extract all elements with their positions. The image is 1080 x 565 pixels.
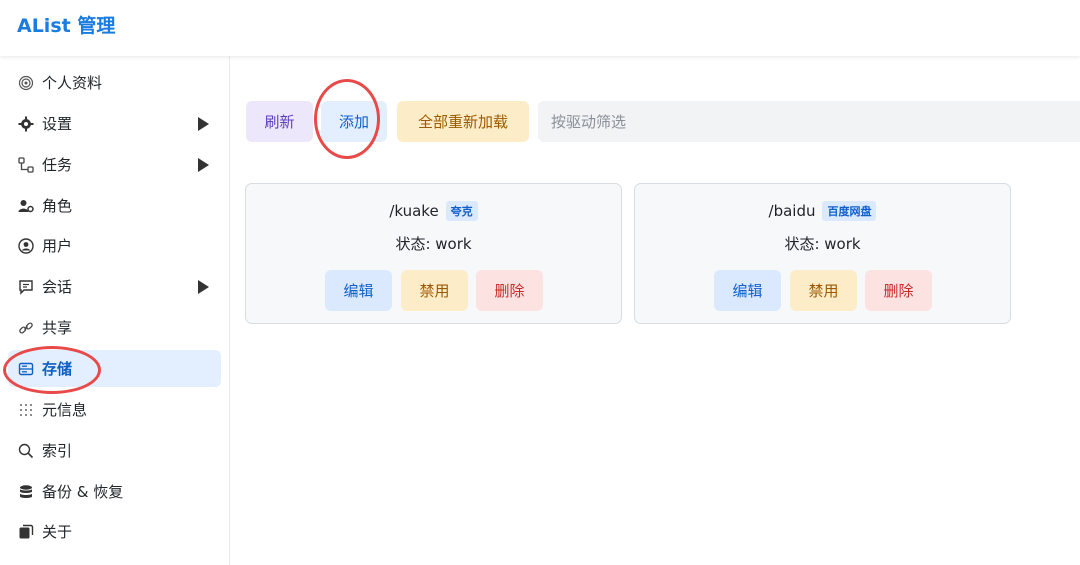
storage-mount-path: /kuake xyxy=(389,202,439,220)
copy-icon xyxy=(18,524,34,540)
app-header: AList 管理 xyxy=(0,0,1080,56)
sidebar-item-label: 任务 xyxy=(42,156,73,174)
disable-button[interactable]: 禁用 xyxy=(401,270,468,311)
sidebar-item-users[interactable]: 用户 xyxy=(8,227,221,264)
sidebar-item-label: 索引 xyxy=(42,442,73,460)
sidebar-item-label: 存储 xyxy=(42,360,73,378)
flow-icon xyxy=(18,156,34,173)
sidebar-item-about[interactable]: 关于 xyxy=(8,513,221,550)
reload-all-button[interactable]: 全部重新加载 xyxy=(397,101,529,142)
sidebar-item-index[interactable]: 索引 xyxy=(8,432,221,469)
user-gear-icon xyxy=(18,198,34,214)
sidebar-item-backup[interactable]: 备份 & 恢复 xyxy=(8,473,221,510)
sidebar-item-label: 关于 xyxy=(42,523,73,541)
sidebar-item-meta[interactable]: 元信息 xyxy=(8,391,221,428)
edit-button[interactable]: 编辑 xyxy=(325,270,392,311)
storage-icon xyxy=(18,361,34,377)
link-icon xyxy=(18,320,34,336)
delete-button[interactable]: 删除 xyxy=(865,270,932,311)
sidebar-item-label: 设置 xyxy=(42,115,73,133)
sidebar-item-label: 元信息 xyxy=(42,401,88,419)
chat-icon xyxy=(18,279,34,295)
search-icon xyxy=(18,443,34,459)
refresh-button[interactable]: 刷新 xyxy=(246,101,313,142)
storage-mount-path: /baidu xyxy=(768,202,816,220)
disable-button[interactable]: 禁用 xyxy=(790,270,857,311)
storage-status: 状态: work xyxy=(784,235,861,253)
driver-badge: 夸克 xyxy=(445,201,478,221)
storage-card: /kuake 夸克 状态: work 编辑 禁用 删除 xyxy=(245,183,622,324)
database-icon xyxy=(18,484,34,500)
storage-card-header: /kuake 夸克 xyxy=(246,201,621,221)
caret-right-icon xyxy=(198,158,209,172)
sidebar-item-roles[interactable]: 角色 xyxy=(8,187,221,224)
sidebar-item-profile[interactable]: 个人资料 xyxy=(8,64,221,101)
storage-status: 状态: work xyxy=(395,235,472,253)
sidebar-item-settings[interactable]: 设置 xyxy=(8,105,221,142)
sidebar-item-sessions[interactable]: 会话 xyxy=(8,268,221,305)
delete-button[interactable]: 删除 xyxy=(476,270,543,311)
driver-badge: 百度网盘 xyxy=(822,201,877,221)
edit-button[interactable]: 编辑 xyxy=(714,270,781,311)
add-button[interactable]: 添加 xyxy=(321,101,387,142)
app-title[interactable]: AList 管理 xyxy=(17,11,115,38)
sidebar-item-label: 用户 xyxy=(42,237,73,255)
caret-right-icon xyxy=(198,117,209,131)
caret-right-icon xyxy=(198,280,209,294)
fingerprint-icon xyxy=(18,75,34,91)
sidebar-item-tasks[interactable]: 任务 xyxy=(8,146,221,183)
sidebar-item-label: 个人资料 xyxy=(42,74,103,92)
storage-card-header: /baidu 百度网盘 xyxy=(635,201,1010,221)
sidebar-item-share[interactable]: 共享 xyxy=(8,309,221,346)
sidebar: 个人资料 设置 任务 角色 用户 会话 共享 存储 元信息 索引 备份 & 恢复… xyxy=(0,56,230,565)
sidebar-item-label: 角色 xyxy=(42,197,73,215)
driver-filter-input[interactable] xyxy=(538,101,1080,142)
user-circle-icon xyxy=(18,237,34,254)
storage-card: /baidu 百度网盘 状态: work 编辑 禁用 删除 xyxy=(634,183,1011,324)
sidebar-item-label: 会话 xyxy=(42,278,73,296)
gear-icon xyxy=(18,116,34,132)
sidebar-item-label: 共享 xyxy=(42,319,73,337)
sidebar-item-storage[interactable]: 存储 xyxy=(8,350,221,387)
grid-dots-icon xyxy=(18,402,34,418)
sidebar-item-label: 备份 & 恢复 xyxy=(42,483,124,501)
